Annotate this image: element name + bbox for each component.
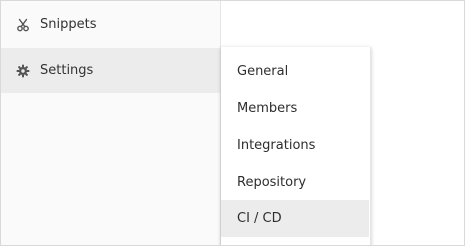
settings-flyout-menu: General Members Integrations Repository … bbox=[221, 47, 371, 245]
sidebar-item-settings[interactable]: Settings bbox=[1, 48, 220, 93]
menu-item-ci-cd[interactable]: CI / CD bbox=[221, 200, 369, 237]
sidebar-item-label: Settings bbox=[40, 63, 94, 78]
scissors-icon bbox=[16, 18, 30, 32]
gear-icon bbox=[16, 64, 30, 78]
sidebar-item-snippets[interactable]: Snippets bbox=[1, 2, 220, 47]
sidebar-item-label: Snippets bbox=[40, 17, 97, 32]
app-window: Snippets Settings General Members Integr… bbox=[0, 0, 465, 246]
menu-item-general[interactable]: General bbox=[221, 53, 369, 90]
menu-item-members[interactable]: Members bbox=[221, 90, 369, 127]
menu-item-integrations[interactable]: Integrations bbox=[221, 127, 369, 164]
menu-item-repository[interactable]: Repository bbox=[221, 164, 369, 201]
sidebar: Snippets Settings bbox=[1, 1, 221, 245]
